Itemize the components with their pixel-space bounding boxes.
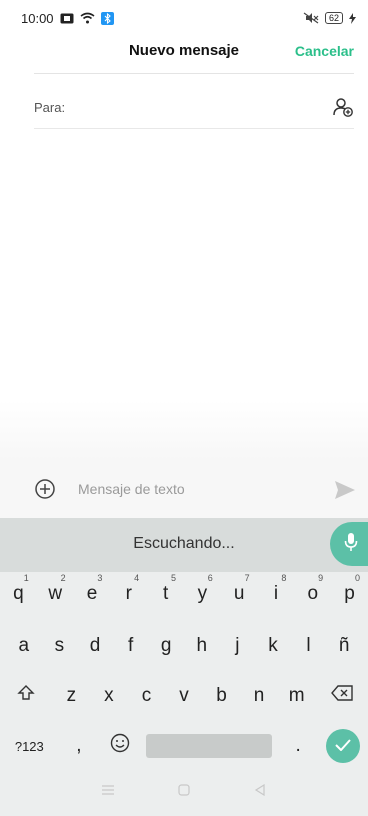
microphone-icon — [344, 532, 358, 557]
key-row-1: q1 w2 e3 r4 t5 y6 u7 i8 o9 p0 — [0, 572, 368, 616]
header: Nuevo mensaje Cancelar — [0, 36, 368, 70]
recipient-label: Para: — [34, 100, 66, 115]
message-input[interactable] — [78, 476, 308, 502]
key[interactable]: d — [77, 624, 113, 668]
comma-key[interactable]: , — [59, 724, 100, 768]
shift-icon — [17, 684, 35, 708]
space-key[interactable] — [140, 724, 278, 768]
charging-icon — [349, 12, 356, 24]
key-row-4: ?123 , . — [0, 724, 368, 768]
content-fade — [0, 400, 368, 460]
period-key[interactable]: . — [278, 724, 319, 768]
microphone-button[interactable] — [330, 522, 368, 566]
key[interactable]: g — [148, 624, 184, 668]
key[interactable]: k — [255, 624, 291, 668]
compose-bar — [0, 460, 368, 518]
key-row-3: z x c v b n m — [0, 674, 368, 718]
key[interactable]: v — [165, 674, 203, 718]
add-contact-icon[interactable] — [332, 96, 354, 118]
checkmark-icon — [335, 735, 351, 757]
recipient-input[interactable] — [78, 94, 318, 122]
notification-icon — [60, 13, 74, 24]
send-icon[interactable] — [334, 480, 356, 500]
key[interactable]: j — [220, 624, 256, 668]
home-icon[interactable] — [174, 780, 194, 800]
key[interactable]: s — [42, 624, 78, 668]
key[interactable]: i8 — [258, 572, 295, 616]
key[interactable]: l — [291, 624, 327, 668]
spacebar — [145, 734, 272, 758]
key[interactable]: z — [53, 674, 91, 718]
key[interactable]: b — [203, 674, 241, 718]
header-divider — [34, 73, 354, 74]
key[interactable]: o9 — [294, 572, 331, 616]
cancel-button[interactable]: Cancelar — [295, 43, 354, 59]
key[interactable]: u7 — [221, 572, 258, 616]
key[interactable]: n — [240, 674, 278, 718]
backspace-key[interactable] — [315, 674, 368, 718]
emoji-key[interactable] — [99, 724, 140, 768]
key[interactable]: q1 — [0, 572, 37, 616]
voice-status-text: Escuchando... — [133, 535, 235, 552]
key[interactable]: y6 — [184, 572, 221, 616]
battery-icon: 62 — [324, 12, 343, 24]
key[interactable]: p0 — [331, 572, 368, 616]
mute-icon — [303, 12, 319, 24]
wifi-icon — [80, 12, 95, 24]
status-left: 10:00 — [21, 11, 114, 26]
done-key[interactable] — [318, 724, 368, 768]
key[interactable]: w2 — [37, 572, 74, 616]
key[interactable]: c — [128, 674, 166, 718]
status-time: 10:00 — [21, 10, 54, 26]
bluetooth-icon — [100, 11, 114, 25]
menu-icon[interactable] — [98, 780, 118, 800]
key[interactable]: m — [278, 674, 316, 718]
key[interactable]: t5 — [147, 572, 184, 616]
symbols-key[interactable]: ?123 — [0, 724, 59, 768]
shift-key[interactable] — [0, 674, 53, 718]
recipient-divider — [34, 128, 354, 129]
back-icon[interactable] — [250, 780, 270, 800]
plus-circle-icon[interactable] — [34, 478, 56, 500]
checkmark-button — [326, 729, 361, 763]
key[interactable]: f — [113, 624, 149, 668]
key[interactable]: x — [90, 674, 128, 718]
key[interactable]: e3 — [74, 572, 111, 616]
emoji-icon — [110, 733, 130, 759]
recipient-row: Para: — [34, 90, 354, 126]
status-bar: 10:00 62 — [0, 0, 368, 36]
navigation-bar — [0, 764, 368, 816]
key[interactable]: r4 — [110, 572, 147, 616]
key[interactable]: ñ — [326, 624, 362, 668]
status-right: 62 — [303, 12, 356, 24]
backspace-icon — [330, 685, 353, 707]
key-row-2: a s d f g h j k l ñ — [0, 624, 368, 668]
key[interactable]: a — [6, 624, 42, 668]
key[interactable]: h — [184, 624, 220, 668]
voice-input-bar: Escuchando... — [0, 518, 368, 572]
